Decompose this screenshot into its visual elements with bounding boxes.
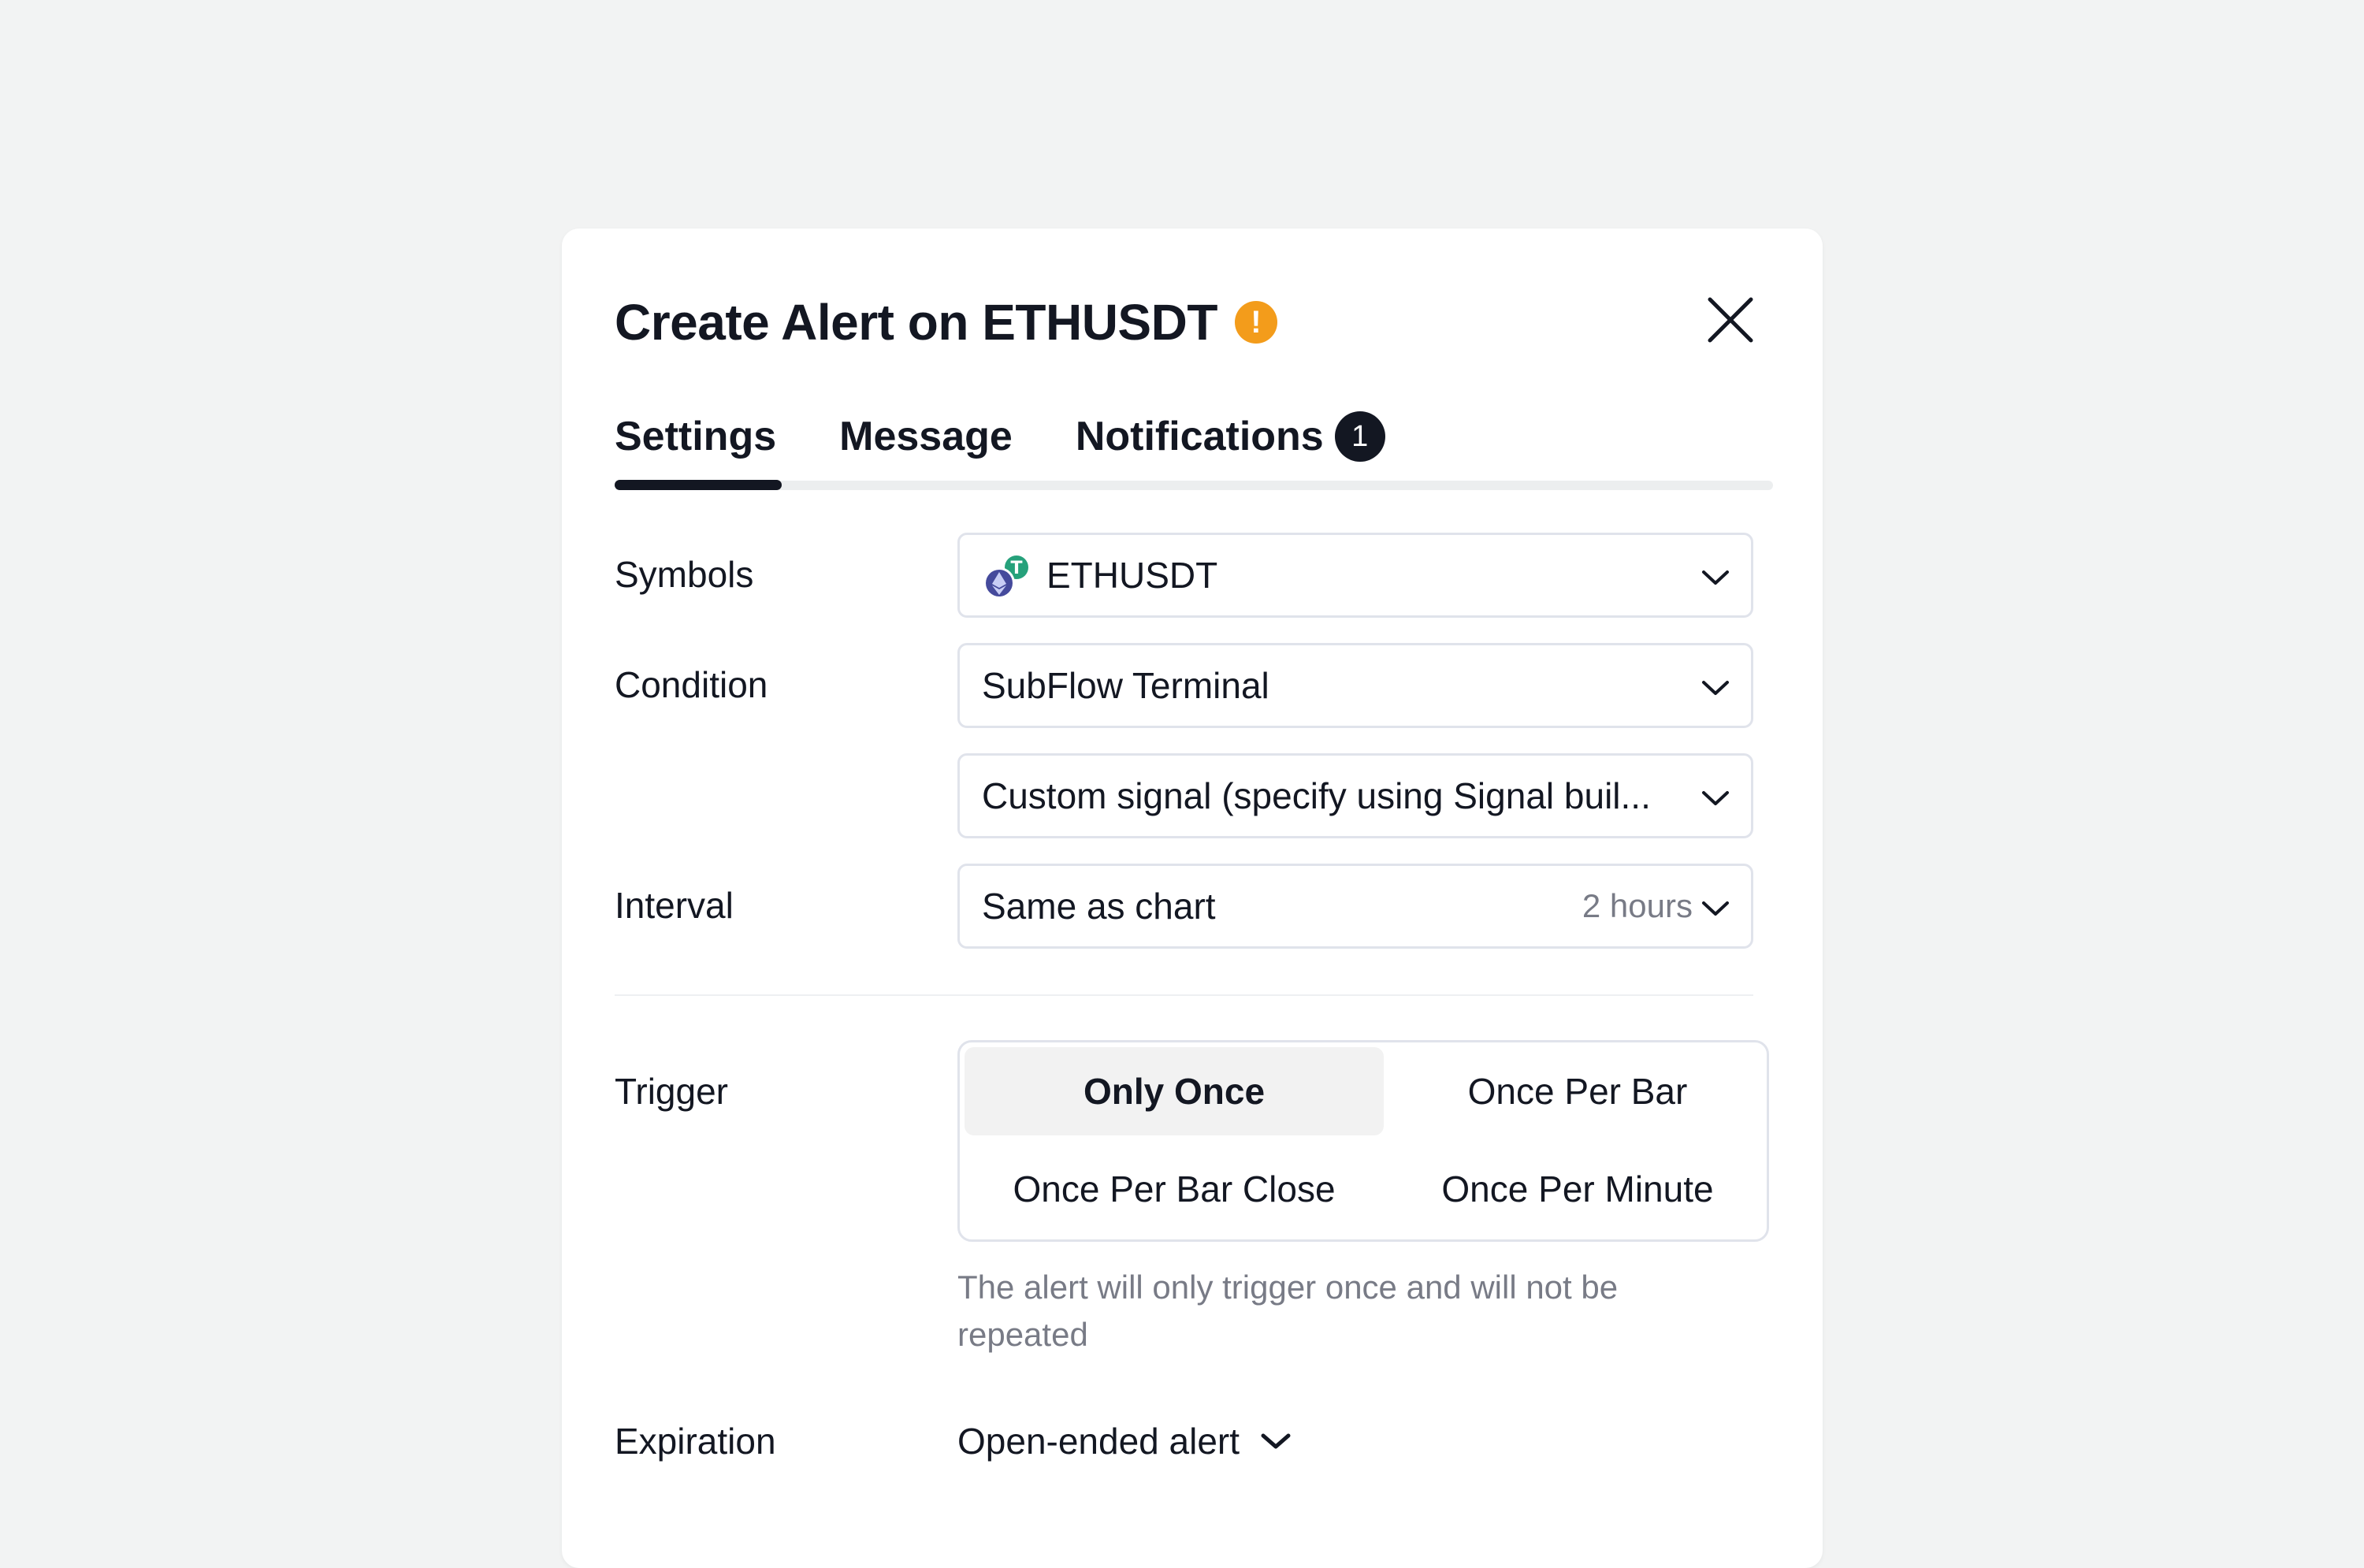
expiration-value: Open-ended alert [957, 1421, 1240, 1462]
eth-usdt-coin-icon: T [983, 553, 1031, 599]
interval-label: Interval [615, 885, 734, 926]
chevron-down-icon [1702, 791, 1729, 805]
tab-notifications[interactable]: Notifications 1 [1076, 411, 1385, 462]
notifications-count-badge: 1 [1334, 411, 1385, 462]
condition-select[interactable]: SubFlow Terminal [957, 643, 1753, 728]
signal-value: Custom signal (specify using Signal buil… [982, 775, 1651, 816]
interval-select[interactable]: Same as chart 2 hours [957, 864, 1753, 949]
trigger-option-once-per-minute[interactable]: Once Per Minute [1368, 1145, 1787, 1233]
section-divider [615, 994, 1753, 996]
symbols-select[interactable]: T ETHUSDT [957, 533, 1753, 618]
tab-message[interactable]: Message [839, 413, 1013, 460]
active-tab-indicator [615, 480, 782, 490]
tab-message-label: Message [839, 414, 1013, 459]
chevron-down-icon [1702, 570, 1729, 585]
symbols-value: ETHUSDT [1046, 555, 1218, 596]
dialog-title: Create Alert on ETHUSDT ! [615, 293, 1277, 351]
tab-bar: Settings Message Notifications 1 [615, 411, 1448, 462]
tab-notifications-label: Notifications [1075, 414, 1324, 459]
chevron-down-icon [1702, 901, 1729, 916]
signal-select[interactable]: Custom signal (specify using Signal buil… [957, 753, 1753, 838]
interval-value: Same as chart [982, 886, 1216, 927]
tab-settings[interactable]: Settings [615, 413, 776, 460]
trigger-description: The alert will only trigger once and wil… [957, 1269, 1619, 1353]
trigger-option-once-per-bar-close[interactable]: Once Per Bar Close [965, 1145, 1384, 1233]
trigger-options: Only Once Once Per Bar Once Per Bar Clos… [957, 1040, 1769, 1242]
condition-value: SubFlow Terminal [982, 665, 1269, 706]
expiration-label: Expiration [615, 1421, 776, 1462]
close-icon[interactable] [1705, 295, 1756, 345]
trigger-option-only-once[interactable]: Only Once [965, 1047, 1384, 1135]
condition-label: Condition [615, 664, 768, 705]
tab-track [615, 481, 1773, 490]
warning-icon[interactable]: ! [1234, 301, 1277, 344]
trigger-label: Trigger [615, 1071, 728, 1112]
interval-hint: 2 hours [1582, 887, 1693, 924]
dialog-title-text: Create Alert on ETHUSDT [615, 294, 1217, 351]
chevron-down-icon [1261, 1433, 1291, 1449]
tab-settings-label: Settings [615, 414, 777, 459]
expiration-dropdown[interactable]: Open-ended alert [957, 1420, 1292, 1462]
create-alert-dialog: Create Alert on ETHUSDT ! Settings Messa… [562, 229, 1823, 1568]
chevron-down-icon [1702, 681, 1729, 695]
symbols-label: Symbols [615, 554, 754, 595]
trigger-option-once-per-bar[interactable]: Once Per Bar [1368, 1047, 1787, 1135]
